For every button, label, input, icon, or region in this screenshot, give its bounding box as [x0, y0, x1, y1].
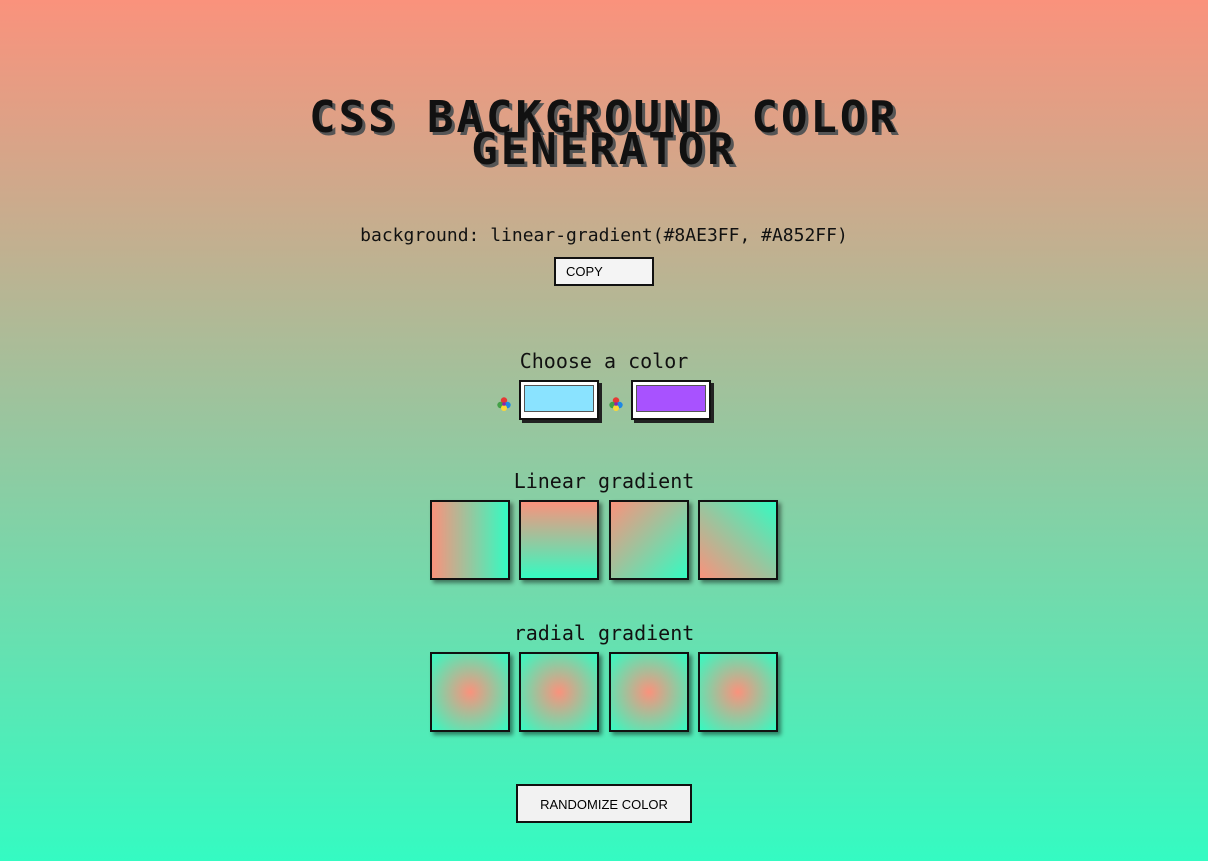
palette-icon: [497, 397, 511, 411]
linear-gradient-tile-right[interactable]: [430, 500, 510, 580]
radial-gradient-tile-1[interactable]: [430, 652, 510, 732]
color-2-input[interactable]: [631, 380, 711, 420]
linear-gradient-options: [430, 500, 780, 580]
color-picker-row: [496, 380, 716, 420]
randomize-color-button[interactable]: RANDOMIZE COLOR: [516, 784, 692, 823]
css-output-text: background: linear-gradient(#8AE3FF, #A8…: [360, 225, 848, 246]
radial-gradient-tile-3[interactable]: [609, 652, 689, 732]
title-line-2: GENERATOR: [471, 124, 737, 175]
page-title: CSS BACKGROUND COLOR GENERATOR: [0, 96, 1208, 172]
linear-gradient-tile-bottom[interactable]: [519, 500, 599, 580]
linear-gradient-tile-bottom-right[interactable]: [609, 500, 689, 580]
copy-button[interactable]: COPY: [554, 257, 654, 286]
color-2-swatch: [636, 385, 706, 412]
radial-gradient-options: [430, 652, 780, 732]
palette-icon: [609, 397, 623, 411]
linear-gradient-label: Linear gradient: [513, 469, 695, 493]
radial-gradient-label: radial gradient: [513, 621, 695, 645]
radial-gradient-tile-4[interactable]: [698, 652, 778, 732]
choose-color-label: Choose a color: [519, 349, 689, 373]
color-1-input[interactable]: [519, 380, 599, 420]
radial-gradient-tile-2[interactable]: [519, 652, 599, 732]
linear-gradient-tile-top-right[interactable]: [698, 500, 778, 580]
color-1-swatch: [524, 385, 594, 412]
